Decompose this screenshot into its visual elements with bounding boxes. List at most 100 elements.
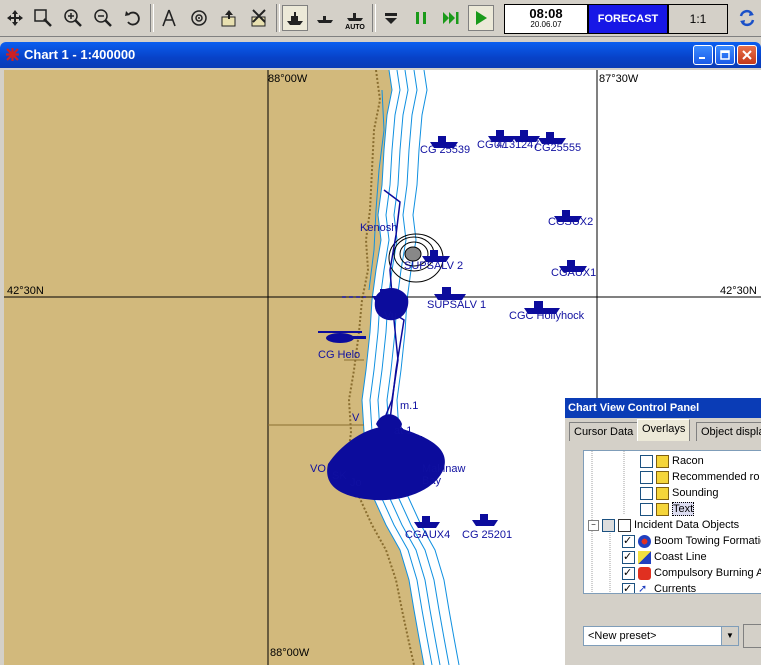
vessel-label[interactable]: Kenosh (360, 222, 397, 234)
tree-item-text[interactable]: Text (640, 501, 695, 517)
tree-item-compulsory-burning[interactable]: Compulsory Burning A (622, 565, 761, 581)
fast-forward-button[interactable] (438, 5, 464, 31)
tab-cursor-data[interactable]: Cursor Data (569, 422, 639, 441)
tree-item-label: Recommended ro (672, 471, 760, 483)
minimize-button[interactable] (693, 45, 713, 65)
clock-time: 08:08 (529, 6, 563, 21)
cluster-label[interactable]: at 1 (394, 425, 412, 437)
sync-button[interactable] (734, 5, 760, 31)
auto-label: AUTO (345, 24, 365, 31)
zoom-window-button[interactable] (30, 5, 56, 31)
tree-item-currents[interactable]: ➚ Currents (622, 581, 697, 594)
checkbox[interactable] (602, 518, 615, 532)
vessel-label[interactable]: SUPSALV 1 (427, 299, 486, 311)
layer-icon (656, 502, 669, 516)
vessel-label[interactable]: CGAUX1 (551, 267, 596, 279)
tree-item-label: Sounding (672, 487, 719, 499)
vessel-label[interactable]: CG 25201 (462, 529, 512, 541)
add-object-button[interactable] (216, 5, 242, 31)
maximize-icon (720, 50, 730, 60)
tree-item-racon[interactable]: Racon (640, 453, 704, 469)
cluster-label[interactable]: SK (332, 470, 347, 482)
boat-icon (317, 16, 333, 23)
pause-button[interactable] (408, 5, 434, 31)
tree-item-label: Incident Data Objects (634, 519, 740, 531)
forecast-button[interactable]: FORECAST (588, 4, 668, 34)
pan-tool-button[interactable] (2, 5, 28, 31)
vessel-label[interactable]: CG Helo (318, 349, 360, 361)
checkbox[interactable] (622, 581, 635, 593)
zoom-in-button[interactable] (60, 5, 86, 31)
vessel-label[interactable]: CGSUX2 (548, 216, 593, 228)
layer-icon (656, 470, 669, 484)
dropdown-arrow-icon[interactable]: ▼ (721, 627, 738, 645)
preset-select[interactable]: <New preset> ▼ (583, 626, 739, 646)
checkbox[interactable] (622, 533, 635, 549)
toolbar-separator (150, 4, 154, 32)
tree-item-coast-line[interactable]: Coast Line (622, 549, 707, 565)
vessel-label[interactable]: CG25555 (534, 142, 581, 154)
vessel-label[interactable]: Makinaw (422, 463, 465, 475)
cluster-label[interactable]: m.1 (400, 400, 418, 412)
checkbox[interactable] (622, 565, 635, 581)
collapse-toggle[interactable]: − (588, 519, 599, 531)
tab-overlays[interactable]: Overlays (637, 419, 691, 441)
vessel-label[interactable]: Vu (384, 310, 397, 322)
stop-button[interactable] (378, 5, 404, 31)
cluster-label[interactable]: V (352, 412, 359, 424)
checkbox[interactable] (640, 502, 653, 516)
target-button[interactable] (186, 5, 212, 31)
undo-view-button[interactable] (120, 5, 146, 31)
stop-icon (385, 13, 397, 24)
vessel-label[interactable]: 31 (509, 139, 521, 151)
checkbox[interactable] (640, 454, 653, 468)
vessel-label[interactable]: CG 25539 (420, 144, 470, 156)
tab-object-display[interactable]: Object displa (696, 422, 761, 441)
auto-track-button[interactable]: AUTO (342, 5, 368, 31)
target-icon (191, 10, 207, 26)
layer-icon (656, 454, 669, 468)
checkbox[interactable] (622, 549, 635, 565)
overlays-tree[interactable]: Racon Recommended ro Sounding Text − Inci… (583, 450, 761, 594)
cluster-label[interactable]: VO (310, 463, 326, 475)
zoom-out-icon (94, 9, 112, 27)
play-button[interactable] (468, 5, 494, 31)
burning-icon (638, 566, 651, 580)
measure-button[interactable] (156, 5, 182, 31)
tree-item-boom-towing[interactable]: Boom Towing Formatio (622, 533, 761, 549)
close-button[interactable] (737, 45, 757, 65)
vessel-button[interactable] (312, 5, 338, 31)
vessel-icon (472, 514, 498, 526)
undo-arrow-icon (125, 11, 140, 26)
boom-towing-icon (638, 534, 651, 548)
currents-arrow-icon: ➚ (638, 582, 648, 594)
vessel-label[interactable]: Bay (422, 475, 441, 487)
delete-object-button[interactable] (246, 5, 272, 31)
panel-action-button[interactable] (743, 624, 761, 648)
ship-icon (287, 12, 303, 25)
zoom-ratio-button[interactable]: 1:1 (668, 4, 728, 34)
coast-line-icon (638, 550, 651, 564)
fast-forward-icon (443, 12, 459, 24)
vessel-label[interactable]: CGAUX4 (405, 529, 450, 541)
layer-icon (656, 486, 669, 500)
add-object-icon (221, 10, 236, 27)
window-titlebar[interactable]: Chart 1 - 1:400000 (0, 42, 761, 68)
zoom-out-button[interactable] (90, 5, 116, 31)
checkbox[interactable] (640, 470, 653, 484)
tree-item-recommended-route[interactable]: Recommended ro (640, 469, 759, 485)
cluster-label[interactable]: Jo (350, 477, 362, 489)
lat-label-left: 42°30N (7, 285, 44, 297)
vessel-label[interactable]: SUPSALV 2 (404, 260, 463, 272)
ship-view-button[interactable] (282, 5, 308, 31)
tree-item-sounding[interactable]: Sounding (640, 485, 719, 501)
chart-app-icon (6, 48, 19, 61)
maximize-button[interactable] (715, 45, 735, 65)
vessel-label[interactable]: 07 (494, 139, 506, 151)
pause-icon (416, 12, 426, 24)
tree-item-incident-data-objects[interactable]: − Incident Data Objects (588, 517, 739, 533)
checkbox[interactable] (640, 486, 653, 500)
tree-item-label: Currents (654, 583, 697, 594)
vessel-label[interactable]: CGC Hollyhock (509, 310, 584, 322)
panel-title[interactable]: Chart View Control Panel (565, 398, 761, 418)
